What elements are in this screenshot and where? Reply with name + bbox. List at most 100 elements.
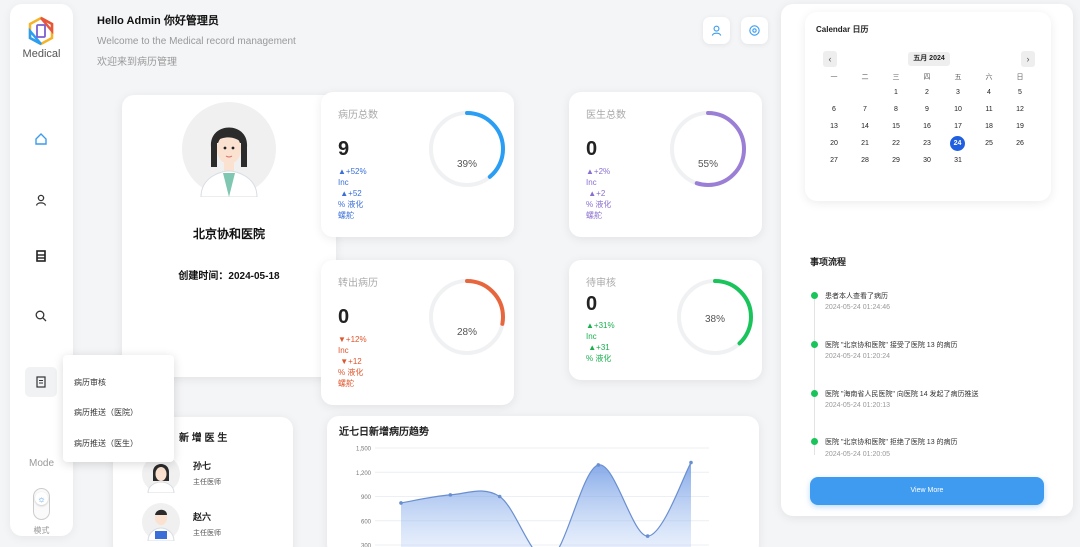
- calendar-day[interactable]: 8: [886, 106, 906, 113]
- calendar-day[interactable]: 24: [950, 136, 965, 151]
- ring-percent: 38%: [704, 314, 725, 325]
- calendar-next-button[interactable]: ›: [1021, 51, 1035, 67]
- menu-item-push-hospital[interactable]: 病历推送（医院）: [74, 407, 138, 418]
- calendar-day[interactable]: 22: [886, 140, 906, 147]
- timeline-text: 医院 "北京协和医院" 接受了医院 13 的病历: [825, 342, 958, 349]
- stat-label: 病历总数: [338, 110, 378, 121]
- logout-button[interactable]: [741, 17, 768, 44]
- calendar-day[interactable]: 27: [824, 157, 844, 164]
- stat-value: 9: [338, 138, 350, 160]
- nav-home-icon[interactable]: [30, 128, 52, 150]
- timeline-dot: [811, 341, 818, 348]
- calendar-day[interactable]: 10: [948, 106, 968, 113]
- calendar-day[interactable]: 21: [855, 140, 875, 147]
- calendar-day[interactable]: 4: [979, 89, 999, 96]
- created-date: 创建时间：2024-05-18: [178, 271, 280, 282]
- y-tick-label: 900: [361, 495, 372, 501]
- calendar-day[interactable]: 7: [855, 106, 875, 113]
- stat-label: 医生总数: [586, 110, 626, 121]
- calendar-day[interactable]: 16: [917, 123, 937, 130]
- timeline-text: 患者本人查看了病历: [825, 293, 888, 300]
- data-point: [448, 493, 453, 497]
- profile-button[interactable]: [703, 17, 730, 44]
- timeline-time: 2024-05-24 01:20:13: [825, 402, 890, 409]
- stat-value: 0: [586, 138, 598, 160]
- timeline-title: 事项流程: [810, 257, 847, 267]
- hospital-name: 北京协和医院: [192, 227, 265, 241]
- timeline-text: 医院 "北京协和医院" 拒绝了医院 13 的病历: [825, 439, 958, 446]
- calendar-day[interactable]: 25: [979, 140, 999, 147]
- records-popup-menu: 病历审核 病历推送（医院） 病历推送（医生）: [63, 355, 174, 462]
- new-doctors-title: 新 增 医 生: [179, 433, 228, 444]
- data-point: [399, 501, 403, 505]
- stat-change: ▲+2% Inc ▲+2% 液化 螺舵: [586, 167, 612, 220]
- calendar-day[interactable]: 19: [1010, 123, 1030, 130]
- calendar-day[interactable]: 31: [948, 157, 968, 164]
- calendar-weekday: 二: [861, 74, 869, 81]
- calendar-day[interactable]: 2: [917, 89, 937, 96]
- doctor-title: 主任医师: [193, 530, 221, 537]
- stat-change: ▲+52% Inc ▲+52% 液化 螺舵: [338, 167, 367, 220]
- calendar-day[interactable]: 20: [824, 140, 844, 147]
- timeline-dot: [811, 438, 818, 445]
- calendar-day[interactable]: 9: [917, 106, 937, 113]
- calendar-day[interactable]: 11: [979, 106, 999, 113]
- sun-icon: ☼: [35, 492, 48, 505]
- timeline-time: 2024-05-24 01:20:24: [825, 353, 890, 360]
- user-icon: [711, 25, 722, 36]
- timeline-text: 医院 "海南省人民医院" 向医院 14 发起了病历推送: [825, 391, 979, 398]
- mode-toggle[interactable]: ☼: [33, 488, 50, 520]
- calendar-weekday: 五: [954, 74, 962, 81]
- doctor-title: 主任医师: [193, 479, 221, 486]
- timeline-time: 2024-05-24 01:24:46: [825, 304, 890, 311]
- calendar-day[interactable]: 18: [979, 123, 999, 130]
- calendar-day[interactable]: 1: [886, 89, 906, 96]
- calendar-day[interactable]: 29: [886, 157, 906, 164]
- nav-document-icon[interactable]: [25, 367, 57, 397]
- calendar-day[interactable]: 5: [1010, 89, 1030, 96]
- progress-ring: [429, 279, 505, 355]
- trend-chart-card: 近七日新增病历趋势 1,500 1,200 900 600 300: [327, 416, 759, 547]
- logo-text: Medical: [22, 48, 61, 60]
- view-more-button[interactable]: View More: [810, 477, 1044, 505]
- calendar-day[interactable]: 28: [855, 157, 875, 164]
- y-tick-label: 1,200: [356, 471, 372, 477]
- calendar-day[interactable]: 23: [917, 140, 937, 147]
- calendar-month[interactable]: 五月 2024: [908, 52, 950, 66]
- doctor-name: 孙七: [193, 461, 212, 471]
- menu-item-record-review[interactable]: 病历审核: [74, 377, 106, 388]
- calendar-day[interactable]: 26: [1010, 140, 1030, 147]
- calendar-day[interactable]: 17: [948, 123, 968, 130]
- stat-card-total-records: 病历总数 9 ▲+52% Inc ▲+52% 液化 螺舵 39%: [321, 92, 514, 237]
- calendar-day[interactable]: 13: [824, 123, 844, 130]
- y-tick-label: 1,500: [356, 447, 372, 453]
- timeline-line: [814, 295, 815, 455]
- calendar-day[interactable]: 15: [886, 123, 906, 130]
- nav-records-icon[interactable]: [30, 245, 52, 267]
- data-point: [645, 534, 650, 538]
- mode-sub-label: 模式: [33, 526, 50, 535]
- hospital-profile-card: 北京协和医院 创建时间：2024-05-18: [122, 95, 336, 377]
- calendar-day[interactable]: 14: [855, 123, 875, 130]
- timeline-dot: [811, 292, 818, 299]
- progress-ring: [429, 111, 505, 187]
- calendar-weekday: 四: [923, 74, 931, 81]
- stat-label: 转出病历: [338, 278, 378, 289]
- stat-value: 0: [586, 293, 598, 315]
- menu-item-push-doctor[interactable]: 病历推送（医生）: [74, 438, 138, 449]
- calendar-prev-button[interactable]: ‹: [823, 51, 837, 67]
- calendar-day[interactable]: 3: [948, 89, 968, 96]
- greeting-title: Hello Admin 你好管理员: [97, 15, 219, 27]
- welcome-cn: 欢迎来到病历管理: [97, 57, 177, 68]
- calendar-weekday: 三: [892, 74, 900, 81]
- calendar-day[interactable]: 6: [824, 106, 844, 113]
- stat-card-transfers: 转出病历 0 ▼+12% Inc ▼+12% 液化 螺舵 28%: [321, 260, 514, 405]
- calendar-day[interactable]: 12: [1010, 106, 1030, 113]
- stat-change: ▼+12% Inc ▼+12% 液化 螺舵: [338, 335, 367, 388]
- doctor-avatar: [142, 503, 180, 541]
- nav-search-icon[interactable]: [30, 305, 52, 327]
- calendar-day[interactable]: 30: [917, 157, 937, 164]
- timeline-time: 2024-05-24 01:20:05: [825, 451, 890, 458]
- nav-user-icon[interactable]: [30, 189, 52, 211]
- progress-ring: [670, 111, 746, 187]
